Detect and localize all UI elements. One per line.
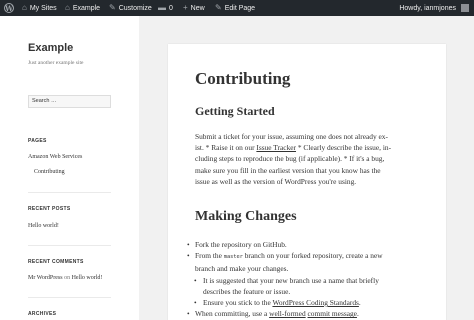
wordpress-icon: W [4, 3, 14, 13]
list-text: Ensure you stick to the [203, 298, 273, 308]
edit-page-label: Edit Page [224, 4, 256, 12]
new-content-menu[interactable]: + New [183, 0, 205, 16]
making-changes-list: Fork the repository on GitHub. From the … [185, 239, 445, 320]
my-sites-label: My Sites [29, 4, 57, 12]
getting-started-paragraph: Submit a ticket for your issue, assuming… [195, 131, 445, 187]
search-input[interactable]: Search … [28, 95, 111, 108]
list-item: When committing, use a well-formed commi… [185, 308, 445, 319]
edit-page-link[interactable]: ✎ Edit Page [215, 0, 255, 16]
list-text: . [356, 309, 359, 319]
paragraph-text: * Clearly describe the issue, in- [296, 143, 392, 153]
comment-icon: ▬ [158, 3, 166, 12]
list-text: It is suggested that your new branch use… [203, 275, 379, 285]
comment-on-label: on [64, 275, 71, 281]
wordpress-logo-menu[interactable]: W [3, 0, 15, 16]
home-icon: ⌂ [65, 3, 70, 12]
heading-making-changes: Making Changes [195, 209, 297, 224]
list-text: When committing, use a [195, 309, 270, 319]
pages-widget-title: PAGES [28, 138, 47, 144]
comments-count: 0 [169, 4, 173, 12]
list-text: From the [195, 251, 224, 261]
list-text: . [358, 298, 361, 308]
issue-tracker-link[interactable]: Issue Tracker [256, 143, 296, 152]
page-link-contributing[interactable]: Contributing [34, 169, 65, 175]
plus-icon: + [183, 3, 188, 12]
paragraph-line: cluding steps to reproduce the bug (if a… [195, 154, 385, 164]
sites-icon: ⌂ [22, 3, 27, 12]
commit-message-link[interactable]: commit message [308, 309, 357, 318]
page-title: Contributing [195, 69, 291, 88]
coding-standards-link[interactable]: WordPress Coding Standards [272, 298, 358, 307]
code-master: master [223, 254, 243, 261]
list-item: Ensure you stick to the WordPress Coding… [185, 297, 445, 308]
site-name-menu[interactable]: ⌂ Example [65, 0, 100, 16]
site-description: Just another example site [28, 60, 84, 66]
list-text: branch on your forked repository, create… [242, 251, 383, 261]
paragraph-line: make sure you fill in the earliest versi… [195, 165, 381, 175]
site-name-label: Example [72, 4, 101, 12]
list-item: It is suggested that your new branch use… [185, 275, 445, 297]
list-text: branch and make your changes. [195, 264, 289, 274]
well-formed-link[interactable]: well-formed [269, 309, 306, 318]
new-label: New [190, 4, 205, 12]
paragraph-text: ist. * Raise it on our [195, 143, 257, 153]
widget-divider [28, 297, 111, 298]
howdy-label: Howdy, ianmjones [399, 4, 456, 12]
my-sites-menu[interactable]: ⌂ My Sites [22, 0, 57, 16]
site-title[interactable]: Example [28, 42, 73, 54]
brush-icon: ✎ [109, 3, 116, 12]
avatar[interactable] [461, 4, 469, 12]
list-item: Fork the repository on GitHub. [185, 239, 445, 250]
comments-link[interactable]: ▬ 0 [158, 0, 173, 16]
customize-label: Customize [118, 4, 152, 12]
widget-divider [28, 192, 111, 193]
paragraph-line: Submit a ticket for your issue, assuming… [195, 132, 388, 141]
pencil-icon: ✎ [215, 3, 222, 12]
admin-bar: W ⌂ My Sites ⌂ Example ✎ Customize ▬ 0 +… [0, 0, 474, 16]
paragraph-line: ist. * Raise it on our Issue Tracker * C… [195, 142, 445, 153]
customize-link[interactable]: ✎ Customize [109, 0, 152, 16]
account-menu[interactable]: Howdy, ianmjones [399, 0, 456, 16]
list-item: From the master branch on your forked re… [185, 250, 445, 274]
heading-getting-started: Getting Started [195, 104, 275, 118]
widget-divider [28, 245, 111, 246]
paragraph-line: issue as well as the version of WordPres… [195, 176, 357, 186]
recent-comment-entry: Mr WordPress on Hello world! [28, 275, 102, 281]
list-text: describes the feature or issue. [203, 286, 291, 296]
comment-author-link[interactable]: Mr WordPress [28, 275, 63, 281]
recent-posts-widget-title: RECENT POSTS [28, 206, 71, 212]
page-link-amazon[interactable]: Amazon Web Services [28, 154, 82, 160]
archives-widget-title: ARCHIVES [28, 311, 57, 317]
recent-post-link[interactable]: Hello world! [28, 223, 59, 229]
recent-comments-widget-title: RECENT COMMENTS [28, 259, 84, 265]
comment-post-link[interactable]: Hello world! [72, 275, 103, 281]
